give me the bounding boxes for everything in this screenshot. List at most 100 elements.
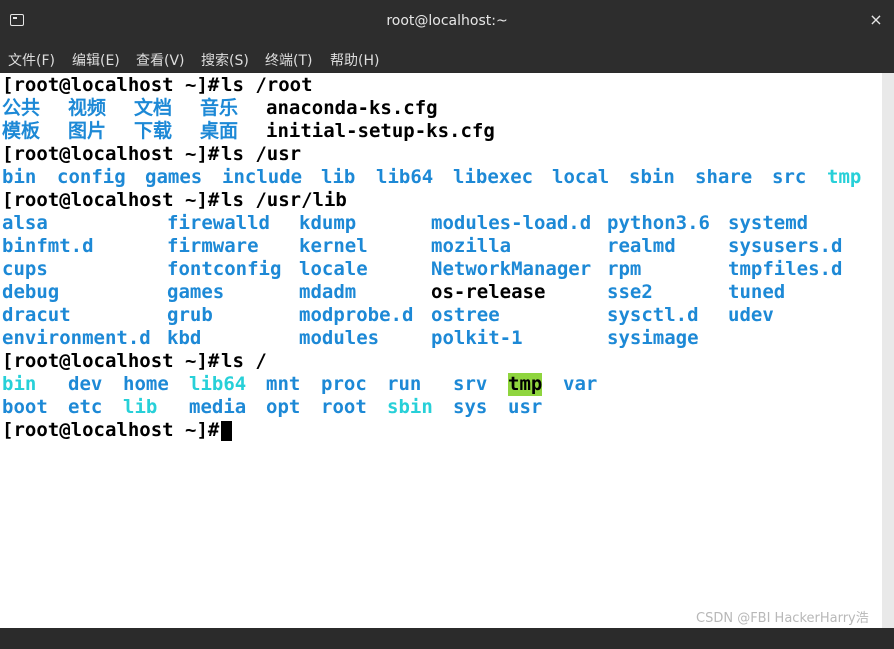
dir-entry: sysusers.d	[728, 235, 843, 257]
dir-entry: firewalld	[167, 212, 270, 234]
dir-entry: cups	[2, 258, 48, 280]
dir-entry: 公共	[2, 97, 41, 119]
dir-entry: tmpfiles.d	[728, 258, 843, 280]
terminal-line: bin config games include lib lib64 libex…	[2, 166, 861, 189]
window-title: root@localhost:~	[386, 13, 508, 29]
dir-entry: srv	[453, 373, 488, 395]
dir-entry: sse2	[607, 281, 653, 303]
dir-entry: debug	[2, 281, 60, 303]
dir-entry: etc	[68, 396, 103, 418]
sticky-dir-entry: tmp	[508, 373, 543, 396]
dir-entry: sbin	[629, 166, 675, 188]
command: ls /	[221, 350, 267, 372]
terminal-line: debug games mdadm os-release sse2 tuned	[2, 281, 785, 304]
text-cursor[interactable]	[221, 421, 232, 441]
command: ls /root	[221, 74, 313, 96]
dir-entry: opt	[266, 396, 301, 418]
dir-entry: NetworkManager	[431, 258, 592, 280]
menu-search[interactable]: 搜索(S)	[201, 50, 249, 70]
dir-entry: grub	[167, 304, 213, 326]
dir-entry: usr	[508, 396, 543, 418]
dir-entry: 音乐	[200, 97, 239, 119]
terminal-line: dracut grub modprobe.d ostree sysctl.d u…	[2, 304, 774, 327]
dir-entry: binfmt.d	[2, 235, 94, 257]
dir-entry: boot	[2, 396, 48, 418]
dir-entry: sysimage	[607, 327, 699, 349]
dir-entry: games	[145, 166, 203, 188]
dir-entry: games	[167, 281, 225, 303]
dir-entry: sys	[453, 396, 488, 418]
menu-file[interactable]: 文件(F)	[8, 50, 55, 70]
dir-entry: 模板	[2, 120, 41, 142]
terminal-line: [root@localhost ~]#	[2, 419, 232, 442]
command: ls /usr	[221, 143, 302, 165]
file-entry: initial-setup-ks.cfg	[266, 120, 495, 142]
dir-entry: 下载	[134, 120, 173, 142]
dir-entry: polkit-1	[431, 327, 523, 349]
terminal-line: binfmt.d firmware kernel mozilla realmd …	[2, 235, 842, 258]
dir-entry: share	[695, 166, 753, 188]
dir-entry: fontconfig	[167, 258, 282, 280]
dir-entry: home	[123, 373, 169, 395]
prompt: [root@localhost ~]#	[2, 350, 220, 372]
dir-entry: mdadm	[299, 281, 357, 303]
terminal-line: [root@localhost ~]# ls /	[2, 350, 267, 373]
dir-entry: tuned	[728, 281, 786, 303]
link-entry: lib	[123, 396, 158, 418]
menu-view[interactable]: 查看(V)	[136, 50, 185, 70]
file-entry: anaconda-ks.cfg	[266, 97, 438, 119]
dir-entry: environment.d	[2, 327, 151, 349]
watermark: CSDN @FBI HackerHarry浩	[696, 611, 869, 626]
menu-bar: 文件(F) 编辑(E) 查看(V) 搜索(S) 终端(T) 帮助(H)	[0, 44, 894, 72]
dir-entry: root	[321, 396, 367, 418]
dir-entry: run	[387, 373, 422, 395]
dir-entry: mnt	[266, 373, 301, 395]
dir-entry: libexec	[453, 166, 534, 188]
terminal-line: [root@localhost ~]# ls /usr	[2, 143, 301, 166]
prompt: [root@localhost ~]#	[2, 143, 220, 165]
terminal-line: alsa firewalld kdump modules-load.d pyth…	[2, 212, 808, 235]
title-bar: root@localhost:~ ×	[0, 0, 894, 44]
file-entry: os-release	[431, 281, 546, 303]
dir-entry: kbd	[167, 327, 202, 349]
dir-entry: 桌面	[200, 120, 239, 142]
dir-entry: 视频	[68, 97, 107, 119]
link-entry: sbin	[387, 396, 433, 418]
dir-entry: sysctl.d	[607, 304, 699, 326]
dir-entry: lib	[321, 166, 356, 188]
dir-entry: dracut	[2, 304, 71, 326]
close-button[interactable]: ×	[868, 11, 884, 29]
dir-entry: 文档	[134, 97, 173, 119]
dir-entry: kdump	[299, 212, 357, 234]
terminal-line: boot etc lib media opt root sbin sys usr	[2, 396, 542, 419]
terminal-line: [root@localhost ~]# ls /usr/lib	[2, 189, 347, 212]
terminal-line: [root@localhost ~]# ls /root	[2, 74, 313, 97]
dir-entry: locale	[299, 258, 368, 280]
terminal-line: bin dev home lib64 mnt proc run srv tmp …	[2, 373, 597, 396]
prompt: [root@localhost ~]#	[2, 419, 220, 441]
dir-entry: lib64	[376, 166, 434, 188]
dir-entry: 图片	[68, 120, 107, 142]
link-entry: lib64	[189, 373, 247, 395]
link-entry: tmp	[827, 166, 862, 188]
dir-entry: src	[772, 166, 807, 188]
terminal-output[interactable]: [root@localhost ~]# ls /root 公共 视频 文档 音乐…	[0, 73, 882, 628]
menu-terminal[interactable]: 终端(T)	[265, 50, 312, 70]
dir-entry: local	[552, 166, 610, 188]
dir-entry: include	[222, 166, 303, 188]
terminal-line: 公共 视频 文档 音乐 anaconda-ks.cfg	[2, 97, 438, 120]
prompt: [root@localhost ~]#	[2, 74, 220, 96]
dir-entry: media	[189, 396, 247, 418]
dir-entry: var	[563, 373, 598, 395]
menu-help[interactable]: 帮助(H)	[330, 50, 379, 70]
scrollbar[interactable]	[882, 73, 894, 628]
terminal-line: 模板 图片 下载 桌面 initial-setup-ks.cfg	[2, 120, 495, 143]
dir-entry: rpm	[607, 258, 642, 280]
dir-entry: ostree	[431, 304, 500, 326]
dir-entry: config	[57, 166, 126, 188]
menu-edit[interactable]: 编辑(E)	[72, 50, 120, 70]
dir-entry: alsa	[2, 212, 48, 234]
terminal-line: cups fontconfig locale NetworkManager rp…	[2, 258, 842, 281]
dir-entry: bin	[2, 166, 37, 188]
dir-entry: python3.6	[607, 212, 710, 234]
